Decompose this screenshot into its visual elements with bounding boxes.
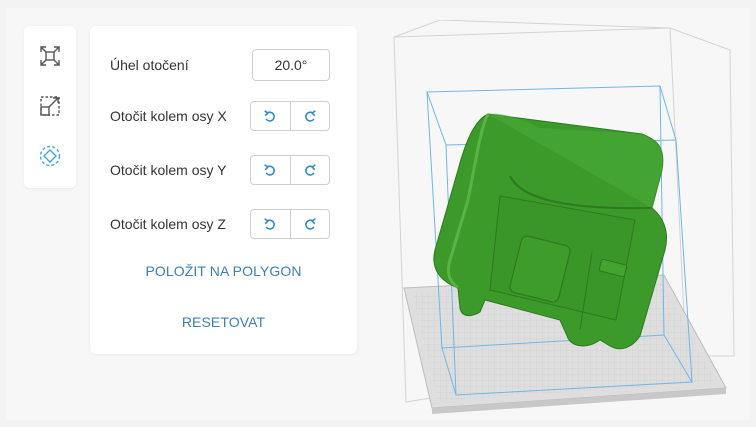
lay-on-face-button[interactable]: POLOŽIT NA POLYGON [90, 263, 357, 279]
scale-icon [40, 96, 60, 116]
fit-to-screen-button[interactable] [36, 42, 64, 70]
rotate-y-cw-button[interactable] [291, 156, 330, 184]
rotate-button[interactable] [36, 142, 64, 170]
fit-to-screen-icon [40, 46, 60, 66]
rotate-cw-icon [304, 218, 316, 230]
rotate-icon [39, 145, 61, 167]
rotate-ccw-icon [264, 218, 276, 230]
3d-model[interactable] [433, 113, 667, 350]
rotate-z-label: Otočit kolem osy Z [110, 216, 226, 232]
rotate-y-label: Otočit kolem osy Y [110, 162, 227, 178]
angle-input[interactable] [252, 49, 330, 81]
rotate-cw-icon [304, 110, 316, 122]
rotation-panel: Úhel otočení Otočit kolem osy X Otočit k… [90, 26, 357, 354]
scale-button[interactable] [36, 92, 64, 120]
rotate-cw-icon [304, 164, 316, 176]
angle-row: Úhel otočení [110, 49, 330, 81]
rotate-z-buttons [250, 209, 330, 239]
rotate-x-row: Otočit kolem osy X [110, 100, 330, 132]
rotate-z-ccw-button[interactable] [251, 210, 291, 238]
angle-label: Úhel otočení [110, 57, 189, 73]
rotate-ccw-icon [264, 164, 276, 176]
rotate-z-cw-button[interactable] [291, 210, 330, 238]
rotate-ccw-icon [264, 110, 276, 122]
rotate-x-buttons [250, 101, 330, 131]
rotate-y-buttons [250, 155, 330, 185]
rotate-x-cw-button[interactable] [291, 102, 330, 130]
transform-toolbar [24, 26, 76, 188]
rotate-y-row: Otočit kolem osy Y [110, 154, 330, 186]
rotate-y-ccw-button[interactable] [251, 156, 291, 184]
rotate-z-row: Otočit kolem osy Z [110, 208, 330, 240]
rotate-x-label: Otočit kolem osy X [110, 108, 227, 124]
reset-button[interactable]: RESETOVAT [90, 314, 357, 330]
rotate-x-ccw-button[interactable] [251, 102, 291, 130]
printer-scene[interactable] [380, 20, 750, 420]
